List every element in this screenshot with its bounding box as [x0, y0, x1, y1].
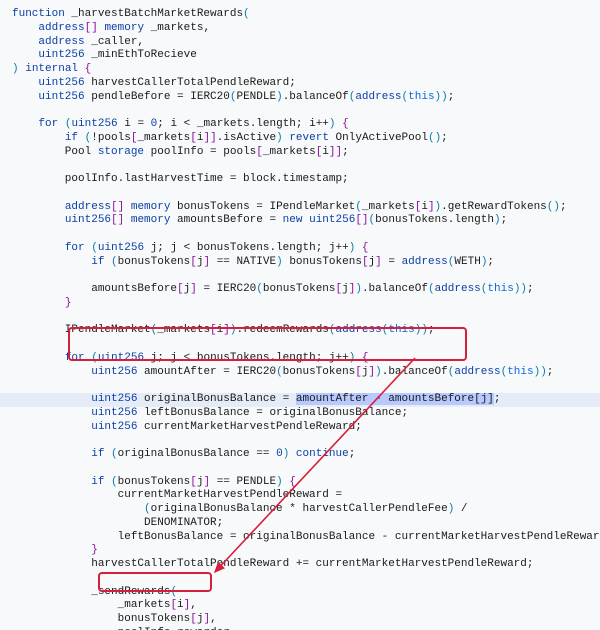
code-line: for (uint256 i = 0; i < _markets.length;… — [12, 118, 600, 132]
code-block: function _harvestBatchMarketRewards( add… — [0, 0, 600, 630]
code-line: function _harvestBatchMarketRewards( — [12, 8, 600, 22]
code-line: IPendleMarket(_markets[i]).redeemRewards… — [12, 324, 600, 338]
code-line: } — [12, 544, 600, 558]
code-line: } — [12, 297, 600, 311]
code-line — [12, 311, 600, 325]
code-line: uint256 pendleBefore = IERC20(PENDLE).ba… — [12, 91, 600, 105]
code-line: uint256 currentMarketHarvestPendleReward… — [12, 421, 600, 435]
code-line: currentMarketHarvestPendleReward = — [12, 489, 600, 503]
code-line — [12, 104, 600, 118]
code-line: uint256 harvestCallerTotalPendleReward; — [12, 77, 600, 91]
code-line: (originalBonusBalance * harvestCallerPen… — [12, 503, 600, 517]
code-line — [12, 462, 600, 476]
code-line — [12, 228, 600, 242]
code-line — [12, 269, 600, 283]
code-line: if (bonusTokens[j] == PENDLE) { — [12, 476, 600, 490]
code-line: uint256 leftBonusBalance = originalBonus… — [12, 407, 600, 421]
code-line: for (uint256 j; j < bonusTokens.length; … — [12, 242, 600, 256]
code-line: if (!pools[_markets[i]].isActive) revert… — [12, 132, 600, 146]
code-line: address[] memory bonusTokens = IPendleMa… — [12, 201, 600, 215]
code-line: Pool storage poolInfo = pools[_markets[i… — [12, 146, 600, 160]
code-line: uint256 originalBonusBalance = amountAft… — [0, 393, 600, 407]
code-line — [12, 159, 600, 173]
code-line: _sendRewards( — [12, 586, 600, 600]
code-line: address _caller, — [12, 36, 600, 50]
code-line: if (bonusTokens[j] == NATIVE) bonusToken… — [12, 256, 600, 270]
code-line: uint256[] memory amountsBefore = new uin… — [12, 214, 600, 228]
code-line: poolInfo.lastHarvestTime = block.timesta… — [12, 173, 600, 187]
code-line: uint256 _minEthToRecieve — [12, 49, 600, 63]
code-line: uint256 amountAfter = IERC20(bonusTokens… — [12, 366, 600, 380]
code-line: DENOMINATOR; — [12, 517, 600, 531]
code-line: _markets[i], — [12, 599, 600, 613]
code-line: for (uint256 j; j < bonusTokens.length; … — [12, 352, 600, 366]
code-line — [12, 338, 600, 352]
code-line — [12, 187, 600, 201]
code-line — [12, 572, 600, 586]
code-line: harvestCallerTotalPendleReward += curren… — [12, 558, 600, 572]
code-line: bonusTokens[j], — [12, 613, 600, 627]
code-line — [12, 379, 600, 393]
code-line — [12, 434, 600, 448]
code-line: address[] memory _markets, — [12, 22, 600, 36]
code-line: if (originalBonusBalance == 0) continue; — [12, 448, 600, 462]
code-line: leftBonusBalance = originalBonusBalance … — [12, 531, 600, 545]
code-line: ) internal { — [12, 63, 600, 77]
code-line: amountsBefore[j] = IERC20(bonusTokens[j]… — [12, 283, 600, 297]
